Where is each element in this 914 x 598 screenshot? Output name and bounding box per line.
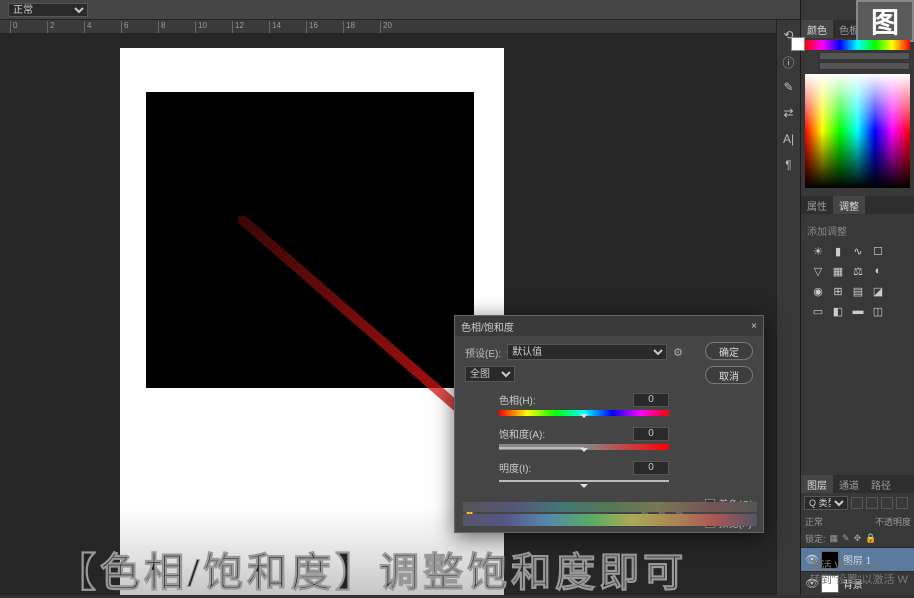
adjust-panel-label: 添加调整	[801, 220, 914, 241]
tab-adjustments[interactable]: 调整	[833, 196, 865, 214]
threshold-icon[interactable]: ◧	[831, 305, 845, 319]
brightness-contrast-icon[interactable]: ☀	[811, 245, 825, 259]
tab-color[interactable]: 颜色	[801, 20, 833, 38]
preset-label: 预设(E):	[465, 345, 501, 360]
lightness-label: 明度(I):	[499, 460, 531, 475]
properties-icon[interactable]: ✎	[781, 80, 797, 96]
brightness-slider[interactable]	[819, 62, 910, 70]
layer-filter-select[interactable]: Q 类型	[804, 496, 848, 510]
hue-slider[interactable]	[805, 40, 910, 50]
channel-mixer-icon[interactable]: ⊞	[831, 285, 845, 299]
filter-shape-icon[interactable]	[896, 497, 908, 509]
layer-blend-mode[interactable]: 正常	[805, 515, 823, 528]
adjustments-panel: 添加调整 ☀ ▮ ∿ ☐ ▽ ▦ ⚖ ◐ ◉ ⊞ ▤ ◪ ▭ ◧ ▬ ◫	[801, 220, 914, 323]
hue-slider-track[interactable]	[499, 410, 669, 416]
photo-filter-icon[interactable]: ◉	[811, 285, 825, 299]
close-icon[interactable]: ×	[751, 321, 757, 332]
cancel-button[interactable]: 取消	[705, 366, 753, 384]
exposure-icon[interactable]: ☐	[871, 245, 885, 259]
collapsed-panel-dock: ⟲ ⓘ ✎ ⇄ A| ¶	[776, 20, 800, 595]
filter-adjust-icon[interactable]	[866, 497, 878, 509]
curves-icon[interactable]: ∿	[851, 245, 865, 259]
saturation-slider-track[interactable]	[499, 444, 669, 450]
lock-label: 锁定:	[805, 532, 826, 545]
artboard	[120, 48, 504, 595]
input-spectrum	[463, 502, 757, 512]
layer-opacity-label: 不透明度	[875, 515, 911, 528]
gradient-map-icon[interactable]: ▬	[851, 305, 865, 319]
lock-transparent-icon[interactable]: ▦	[830, 533, 839, 544]
options-bar: 正常	[0, 0, 914, 20]
paragraph-icon[interactable]: ¶	[781, 158, 797, 174]
horizontal-ruler: 0 2 4 6 8 10 12 14 16 18 20	[0, 20, 776, 34]
watermark-logo: 图	[856, 0, 914, 42]
saturation-slider[interactable]	[819, 52, 910, 60]
blend-mode-select[interactable]: 正常	[8, 3, 88, 17]
lightness-slider-track[interactable]	[499, 480, 669, 482]
scope-select[interactable]: 全图	[465, 366, 515, 382]
ok-button[interactable]: 确定	[705, 342, 753, 360]
lock-position-icon[interactable]: ✥	[854, 533, 862, 544]
preset-select[interactable]: 默认值	[507, 344, 667, 360]
filter-type-icon[interactable]	[881, 497, 893, 509]
dialog-title: 色相/饱和度	[461, 319, 514, 334]
windows-activation-watermark: 激活 Windows 转到"设置"以激活 W	[810, 559, 908, 587]
right-panels: 图 颜色 色板 属性 调整 添加调整 ☀ ▮ ∿ ☐ ▽ ▦ ⚖ ◐ ◉ ⊞ ▤…	[800, 0, 914, 595]
lock-paint-icon[interactable]: ✎	[842, 533, 850, 544]
lock-all-icon[interactable]: 🔒	[865, 533, 876, 544]
hue-saturation-dialog: 色相/饱和度 × 预设(E): 默认值 ⚙ 全图 色相(H): 饱和度(A): …	[454, 315, 764, 533]
output-spectrum	[463, 514, 757, 526]
lightness-value[interactable]	[633, 461, 669, 475]
gear-icon[interactable]: ⚙	[673, 346, 683, 359]
tab-paths[interactable]: 路径	[865, 475, 897, 493]
tab-properties[interactable]: 属性	[801, 196, 833, 214]
adjust-panel-tabs: 属性 调整	[801, 196, 914, 214]
color-balance-icon[interactable]: ⚖	[851, 265, 865, 279]
hue-sat-icon[interactable]: ▦	[831, 265, 845, 279]
levels-icon[interactable]: ▮	[831, 245, 845, 259]
selective-color-icon[interactable]: ◫	[871, 305, 885, 319]
color-spectrum[interactable]	[805, 74, 910, 188]
tutorial-caption: 【色相/饱和度】调整饱和度即可	[56, 540, 687, 598]
lookup-icon[interactable]: ▤	[851, 285, 865, 299]
adjustments-icon[interactable]: ⇄	[781, 106, 797, 122]
invert-icon[interactable]: ◪	[871, 285, 885, 299]
character-icon[interactable]: A|	[781, 132, 797, 148]
bw-icon[interactable]: ◐	[871, 265, 885, 279]
hue-label: 色相(H):	[499, 392, 536, 407]
info-icon[interactable]: ⓘ	[781, 54, 797, 70]
tab-channels[interactable]: 通道	[833, 475, 865, 493]
vibrance-icon[interactable]: ▽	[811, 265, 825, 279]
hue-value[interactable]	[633, 393, 669, 407]
filter-pixel-icon[interactable]	[851, 497, 863, 509]
tab-layers[interactable]: 图层	[801, 475, 833, 493]
saturation-value[interactable]	[633, 427, 669, 441]
saturation-label: 饱和度(A):	[499, 426, 545, 441]
image-content	[146, 92, 474, 388]
posterize-icon[interactable]: ▭	[811, 305, 825, 319]
